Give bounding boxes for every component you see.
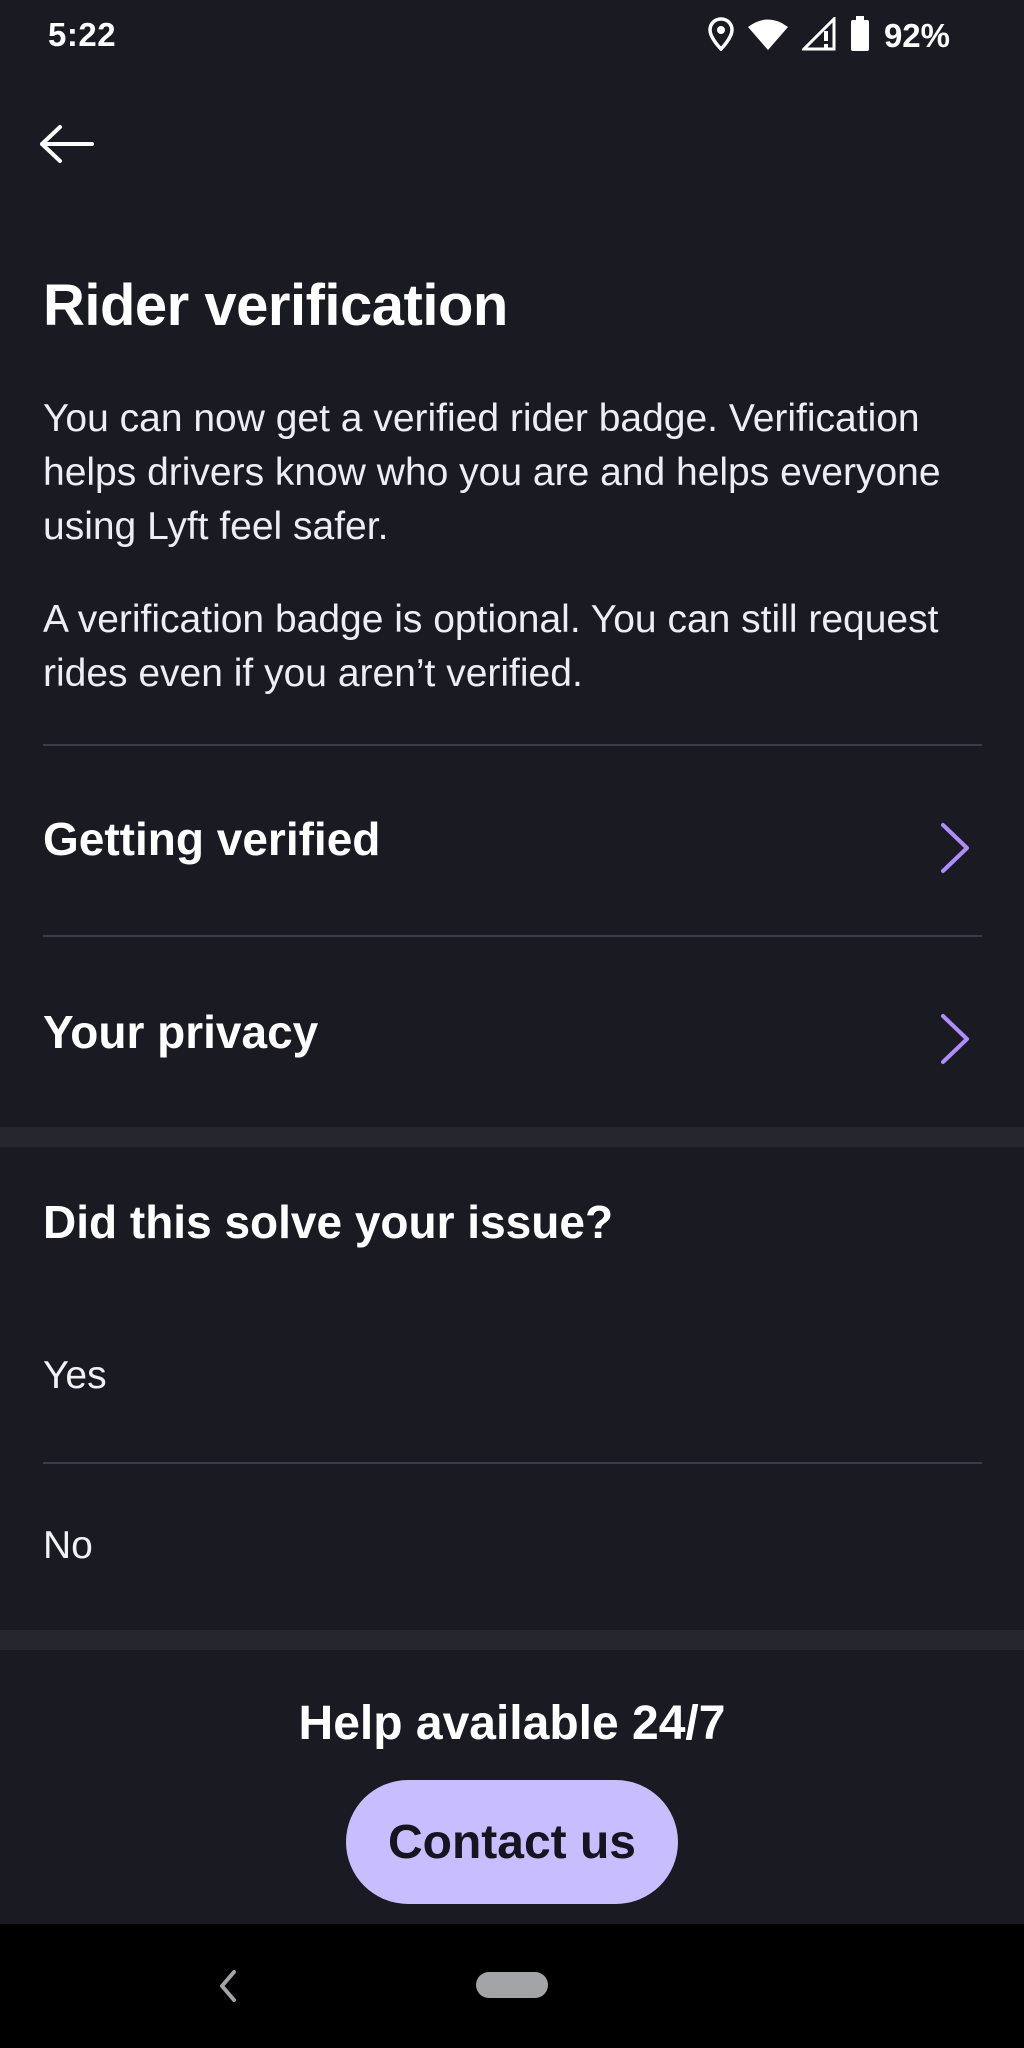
optional-note-paragraph: A verification badge is optional. You ca…: [43, 598, 939, 695]
help-title: Help available 24/7: [298, 1697, 726, 1750]
getting-verified-label: Getting verified: [43, 813, 381, 865]
arrow-left-icon: [38, 124, 94, 169]
your-privacy-row[interactable]: Your privacy: [0, 937, 1024, 1127]
chevron-right-icon: [940, 822, 970, 879]
status-bar: 5:22 92%: [0, 0, 1024, 72]
battery-percent: 92%: [883, 17, 950, 54]
back-button[interactable]: [38, 114, 110, 178]
chevron-right-icon: [940, 1013, 970, 1070]
location-icon: [708, 16, 734, 56]
contact-us-button[interactable]: Contact us: [346, 1780, 678, 1904]
feedback-question: Did this solve your issue?: [43, 1196, 614, 1248]
page-title: Rider verification: [43, 273, 508, 338]
your-privacy-label: Your privacy: [43, 1006, 319, 1058]
status-time: 5:22: [48, 16, 117, 53]
answer-no[interactable]: No: [0, 1464, 1024, 1630]
system-navigation-bar: [0, 1924, 1024, 2048]
section-separator: [0, 1630, 1024, 1650]
nav-back-icon[interactable]: [208, 1964, 248, 2008]
description-paragraph: You can now get a verified rider badge. …: [43, 397, 941, 548]
signal-icon: [800, 14, 836, 56]
section-separator: [0, 1127, 1024, 1147]
wifi-icon: [747, 18, 788, 55]
answer-no-label: No: [43, 1524, 93, 1567]
answer-yes-label: Yes: [43, 1354, 107, 1397]
status-icons: 92%: [708, 14, 950, 58]
getting-verified-row[interactable]: Getting verified: [0, 746, 1024, 936]
nav-home-pill[interactable]: [476, 1972, 548, 1998]
answer-yes[interactable]: Yes: [0, 1292, 1024, 1462]
battery-icon: [850, 15, 870, 57]
